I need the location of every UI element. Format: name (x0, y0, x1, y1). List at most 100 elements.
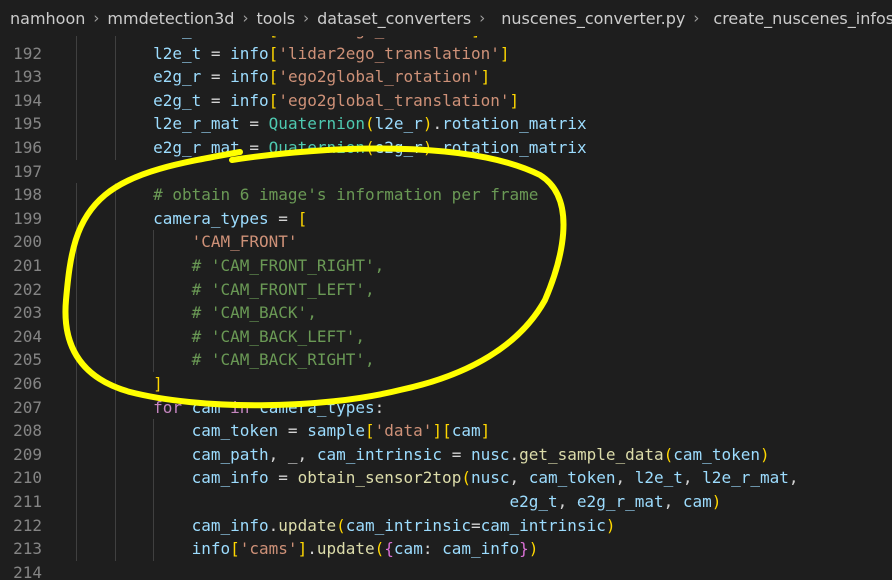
code-token: . (509, 444, 520, 464)
code-token: 'cams' (239, 539, 298, 559)
line-number: 205 (13, 350, 42, 370)
breadcrumb-item-function[interactable]: create_nuscenes_infos (713, 9, 892, 28)
code-line[interactable]: 213 info['cams'].update({cam: cam_info}) (0, 537, 892, 561)
code-line[interactable]: 205 # 'CAM_BACK_RIGHT', (0, 348, 892, 372)
code-token: cam_intrinsic (316, 444, 443, 464)
indent-guide (153, 277, 155, 302)
code-line[interactable]: 204 # 'CAM_BACK_LEFT', (0, 324, 892, 349)
code-text: cam_info = obtain_sensor2top(nusc, cam_t… (76, 466, 799, 490)
code-line[interactable]: 195 l2e_r_mat = Quaternion(l2e_r).rotati… (0, 112, 892, 136)
code-token: ( (663, 444, 674, 464)
indent-guide (114, 324, 116, 349)
indent-guide (76, 419, 77, 443)
indent-guide (114, 442, 116, 467)
code-token: cam_info (191, 468, 269, 488)
code-line[interactable]: 210 cam_info = obtain_sensor2top(nusc, c… (0, 466, 892, 490)
indent-guide (76, 348, 77, 372)
code-token: in (230, 397, 250, 417)
code-token: ] (480, 67, 491, 87)
code-line[interactable]: 198 # obtain 6 image's information per f… (0, 183, 892, 207)
code-token: ] (509, 90, 520, 110)
code-token: e2g_r (374, 138, 423, 157)
code-text: camera_types = [ (76, 207, 307, 231)
indent-guide (76, 112, 77, 136)
code-token: # 'CAM_FRONT_LEFT', (191, 279, 375, 299)
line-number: 214 (13, 562, 42, 580)
code-token: ) (605, 515, 616, 535)
code-line[interactable]: 202 # 'CAM_FRONT_LEFT', (0, 277, 892, 302)
indent-guide (76, 183, 77, 207)
indent-guide (76, 230, 77, 254)
line-number: 201 (13, 256, 42, 275)
code-text: e2g_r_mat = Quaternion(e2g_r).rotation_m… (76, 136, 587, 160)
code-line[interactable]: 196 e2g_r_mat = Quaternion(e2g_r).rotati… (0, 136, 892, 160)
line-number: 200 (13, 232, 42, 252)
indent-guide (153, 348, 155, 372)
indent-guide (114, 372, 116, 396)
breadcrumb-item-folder-tools[interactable]: tools (256, 9, 295, 28)
indent-guide (114, 466, 116, 490)
code-line[interactable]: 211 e2g_t, e2g_r_mat, cam) (0, 490, 892, 514)
code-token: cam_intrinsic (345, 515, 471, 535)
code-token: cam_info (191, 515, 269, 535)
breadcrumb-item-folder-converters[interactable]: dataset_converters (317, 9, 471, 28)
code-line[interactable]: 197 (0, 160, 892, 184)
code-token: [ (297, 208, 308, 228)
code-token: = (239, 114, 269, 134)
code-line[interactable]: 207 for cam in camera_types: (0, 395, 892, 420)
code-token: # 'CAM_BACK_RIGHT', (191, 350, 375, 370)
indent-guide (114, 513, 116, 538)
code-line[interactable]: 201 # 'CAM_FRONT_RIGHT', (0, 254, 892, 278)
code-line[interactable]: 208 cam_token = sample['data'][cam] (0, 419, 892, 443)
code-token: = (201, 67, 231, 87)
code-token: 'ego2global_rotation' (278, 67, 481, 87)
code-token: l2e_r_mat (702, 468, 789, 488)
code-token: l2e_r (374, 114, 423, 134)
code-text: cam_token = sample['data'][cam] (76, 419, 491, 443)
code-line[interactable]: 212 cam_info.update(cam_intrinsic=cam_in… (0, 513, 892, 538)
indent-guide (114, 301, 116, 325)
line-number: 202 (13, 279, 42, 299)
code-token: , _, (268, 444, 317, 464)
code-line[interactable]: 199 camera_types = [ (0, 206, 892, 231)
code-line[interactable]: 209 cam_path, _, cam_intrinsic = nusc.ge… (0, 442, 892, 467)
line-number: 206 (13, 374, 42, 393)
code-token: e2g_t (509, 492, 558, 511)
code-line[interactable]: 200 'CAM_FRONT' (0, 230, 892, 254)
indent-guide (114, 41, 116, 66)
code-line[interactable]: 206 ] (0, 372, 892, 396)
code-editor[interactable]: 191 l2e_r = info['lidar2ego_rotation']19… (0, 24, 892, 580)
code-token: info (230, 43, 269, 63)
line-number: 211 (13, 492, 42, 511)
code-token: Quaternion (268, 114, 365, 134)
code-line[interactable]: 192 l2e_t = info['lidar2ego_translation'… (0, 41, 892, 66)
breadcrumb-item-file[interactable]: nuscenes_converter.py (501, 9, 685, 28)
breadcrumb: namhoon › mmdetection3d › tools › datase… (0, 0, 892, 36)
indent-guide (114, 230, 116, 254)
indent-guide (114, 537, 116, 561)
line-number: 192 (13, 43, 42, 63)
code-token: e2g_t (153, 90, 202, 110)
code-token: l2e_t (153, 43, 202, 63)
line-number: 210 (13, 468, 42, 488)
code-line[interactable]: 193 e2g_r = info['ego2global_rotation'] (0, 65, 892, 89)
indent-guide (114, 183, 116, 207)
code-line[interactable]: 214 (0, 561, 892, 580)
line-number: 212 (13, 515, 42, 535)
code-text: info['cams'].update({cam: cam_info}) (76, 537, 539, 561)
code-line[interactable]: 203 # 'CAM_BACK', (0, 301, 892, 325)
code-text: l2e_t = info['lidar2ego_translation'] (76, 42, 509, 66)
breadcrumb-item-user[interactable]: namhoon (10, 9, 85, 28)
code-token: = (470, 515, 481, 535)
code-token: [ (230, 539, 240, 559)
code-token: . (307, 539, 317, 559)
code-token: = (201, 43, 231, 63)
breadcrumb-item-repo[interactable]: mmdetection3d (107, 9, 234, 28)
code-text: cam_info.update(cam_intrinsic=cam_intrin… (76, 514, 616, 538)
line-number: 197 (13, 161, 42, 181)
code-text: # 'CAM_FRONT_RIGHT', (76, 254, 385, 278)
chevron-right-icon: › (479, 9, 486, 27)
code-line[interactable]: 194 e2g_t = info['ego2global_translation… (0, 88, 892, 113)
code-text: # 'CAM_FRONT_LEFT', (76, 278, 375, 302)
